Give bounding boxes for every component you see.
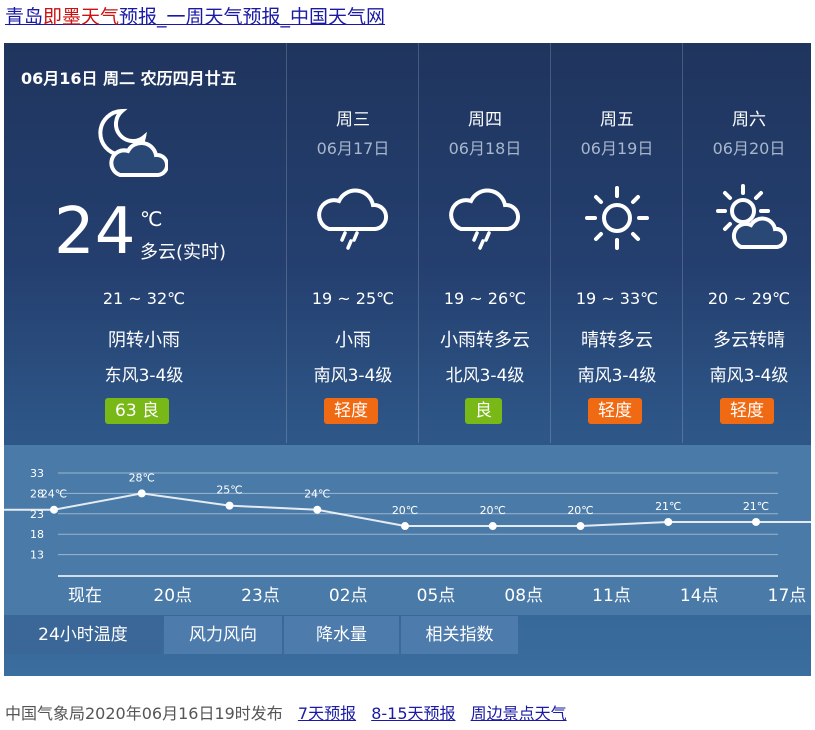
x-tick-label: 14点 [680,586,719,606]
day-aqi-badge: 轻度 [588,398,642,424]
sun-icon [585,186,649,250]
y-tick-label: 33 [30,467,44,480]
data-label: 24℃ [41,488,67,501]
day-wind: 北风3-4级 [445,366,525,386]
tab-precipitation[interactable]: 降水量 [284,616,399,654]
x-tick-label: 11点 [592,586,631,606]
publish-info: 中国气象局2020年06月16日19时发布 [5,704,283,723]
y-tick-label: 13 [30,549,44,562]
day-aqi-badge: 轻度 [720,398,774,424]
y-tick-label: 18 [30,528,44,541]
forecast-day-4: 周六 06月20日 20 ~ 29℃ 多云转晴 南风3-4级 轻度 [682,43,811,443]
today-forecast: 24 ℃ 多云(实时) 21 ~ 32℃ 阴转小雨 东风3-4级 63 良 [4,43,284,443]
chart-tabs: 24小时温度 风力风向 降水量 相关指数 [4,616,811,654]
day-wind: 南风3-4级 [709,366,789,386]
page-title[interactable]: 青岛即墨天气预报_一周天气预报_中国天气网 [5,4,385,30]
day-aqi-badge: 良 [465,398,502,424]
title-city[interactable]: 青岛 [5,6,43,28]
tab-indices[interactable]: 相关指数 [401,616,518,654]
temperature-point [664,517,673,526]
day-name: 周三 [336,110,370,130]
link-8-15-day[interactable]: 8-15天预报 [371,704,455,723]
today-condition: 阴转小雨 [108,330,180,351]
day-name: 周六 [732,110,766,130]
moon-cloud-icon [98,108,168,177]
temperature-point [488,522,497,531]
day-wind: 南风3-4级 [577,366,657,386]
x-tick-label: 05点 [417,586,456,606]
rain-cloud-icon [317,188,388,250]
today-aqi-badge: 63 良 [105,398,170,424]
data-label: 20℃ [567,504,593,517]
data-label: 25℃ [216,484,242,497]
x-tick-label: 02点 [329,586,368,606]
link-nearby-spots[interactable]: 周边景点天气 [471,704,567,723]
current-condition: 多云(实时) [140,242,227,263]
day-date: 06月18日 [448,139,522,158]
temperature-point [752,517,760,526]
day-condition: 多云转晴 [713,330,785,351]
day-temp-range: 19 ~ 33℃ [575,289,659,308]
tab-wind[interactable]: 风力风向 [164,616,282,654]
day-condition: 晴转多云 [581,330,653,351]
current-temperature: 24 [54,195,136,269]
tab-hourly-temperature[interactable]: 24小时温度 [4,616,162,654]
temperature-point [137,489,146,498]
day-temp-range: 19 ~ 26℃ [443,289,527,308]
temperature-point [576,522,585,531]
x-tick-label: 23点 [241,586,280,606]
forecast-day-2: 周四 06月18日 19 ~ 26℃ 小雨转多云 北风3-4级 良 [418,43,551,443]
rain-cloud-icon [449,188,520,250]
day-date: 06月20日 [712,139,786,158]
title-district[interactable]: 即墨天气 [43,6,119,28]
x-tick-label: 08点 [504,586,543,606]
day-wind: 南风3-4级 [313,366,393,386]
x-tick-label: 20点 [153,586,192,606]
forecast-day-1: 周三 06月17日 19 ~ 25℃ 小雨 南风3-4级 轻度 [286,43,419,443]
hourly-temperature-chart: 33 28 23 18 13 24℃ 现在 28℃ 20点 25℃ 23点 24℃ 02点 20℃ 05点 2… [4,445,811,615]
temperature-chart-svg: 332823181324℃现在28℃20点25℃23点24℃02点20℃05点2… [4,467,811,606]
temperature-point [313,505,322,514]
day-condition: 小雨 [335,330,371,351]
temperature-unit: ℃ [140,207,163,231]
footer: 中国气象局2020年06月16日19时发布 7天预报 8-15天预报 周边景点天… [5,700,567,724]
day-temp-range: 19 ~ 25℃ [311,289,395,308]
data-label: 20℃ [392,504,418,517]
data-label: 28℃ [129,471,155,484]
title-rest[interactable]: 预报_一周天气预报_中国天气网 [119,6,385,28]
link-7-day[interactable]: 7天预报 [298,704,356,723]
day-date: 06月19日 [580,139,654,158]
today-wind: 东风3-4级 [104,366,184,386]
data-label: 20℃ [480,504,506,517]
day-name: 周五 [600,110,634,130]
x-tick-label: 17点 [768,586,807,606]
sun-cloud-icon [716,184,787,249]
day-name: 周四 [468,110,502,130]
x-tick-label: 现在 [68,586,102,606]
data-label: 21℃ [655,500,681,513]
today-temp-range: 21 ~ 32℃ [102,289,186,308]
weather-panel: 06月16日 周二 农历四月廿五 24 ℃ 多云(实时) 21 ~ 32℃ 阴转… [4,43,811,676]
data-label: 24℃ [304,488,330,501]
day-aqi-badge: 轻度 [324,398,378,424]
day-condition: 小雨转多云 [440,330,530,351]
temperature-point [401,522,409,531]
forecast-day-3: 周五 06月19日 19 ~ 33℃ 晴转多云 南风3-4级 轻度 [550,43,683,443]
temperature-point [225,501,234,510]
day-date: 06月17日 [316,139,390,158]
day-temp-range: 20 ~ 29℃ [707,289,791,308]
data-label: 21℃ [743,500,769,513]
temperature-point [50,505,58,514]
